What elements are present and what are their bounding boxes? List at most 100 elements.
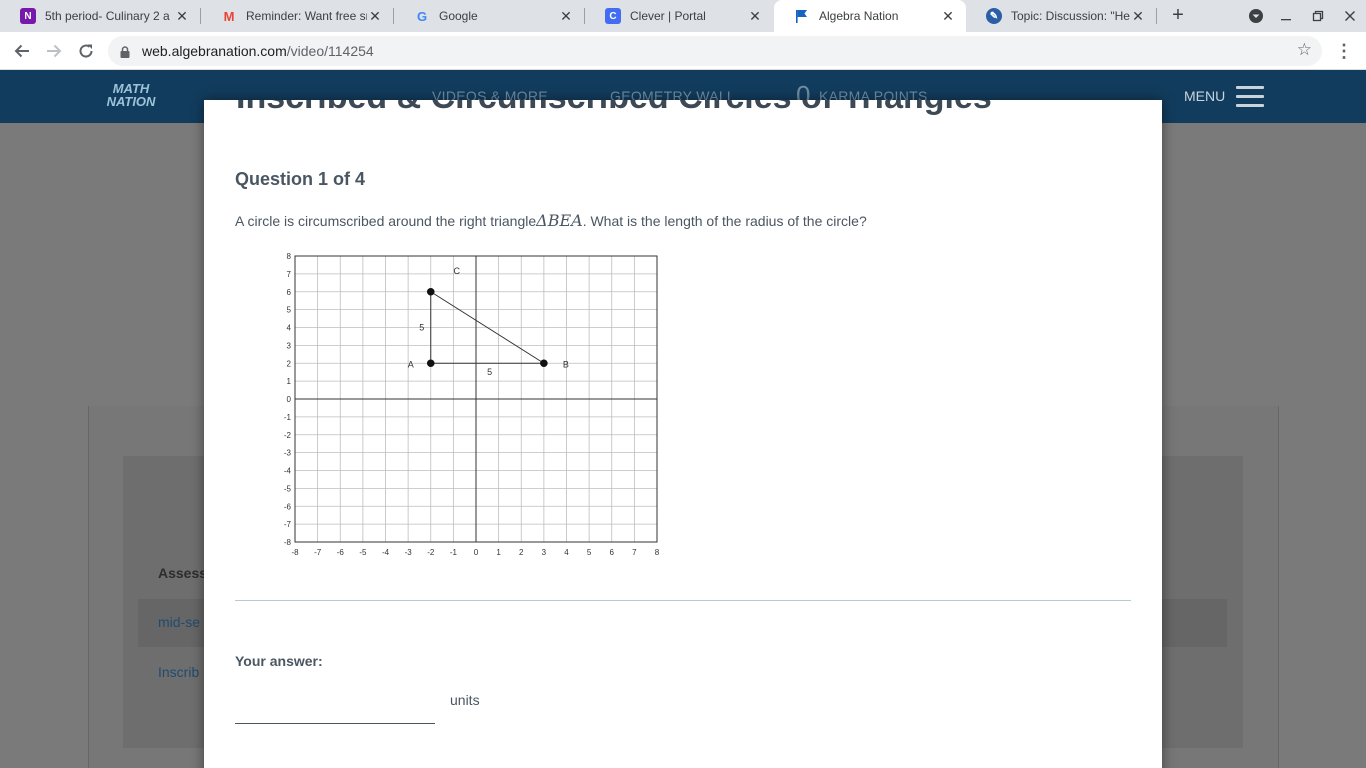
window-close-icon[interactable] [1334, 0, 1366, 32]
browser-tab-strip: N 5th period- Culinary 2 a ✕ M Reminder:… [0, 0, 1366, 32]
close-icon[interactable]: ✕ [1130, 8, 1146, 25]
answer-input[interactable] [235, 684, 435, 724]
background-link: Inscrib [158, 664, 200, 680]
tab-algebra-nation[interactable]: Algebra Nation ✕ [774, 0, 966, 32]
x-tick-label: 0 [474, 548, 479, 557]
y-tick-label: -1 [284, 413, 292, 422]
google-icon: G [416, 8, 428, 24]
tab-title: Reminder: Want free sn [246, 9, 367, 23]
reload-icon[interactable] [72, 37, 100, 65]
tab-separator [1156, 8, 1157, 24]
x-tick-label: 4 [564, 548, 569, 557]
x-tick-label: 3 [542, 548, 547, 557]
y-tick-label: -8 [284, 538, 292, 547]
y-tick-label: 4 [287, 324, 292, 333]
y-tick-label: 2 [287, 359, 292, 368]
y-tick-label: 5 [287, 306, 292, 315]
new-tab-button[interactable]: + [1166, 4, 1190, 28]
coordinate-graph: -8 -7 -6 -5 -4 -3 -2 -1 0 1 2 3 4 5 6 7 8 -8 -7 -6 -5 -4 -3 -2 -… [284, 252, 660, 557]
discussion-icon: ✎ [986, 8, 1002, 24]
x-tick-label: 6 [610, 548, 615, 557]
y-tick-label: 1 [287, 377, 292, 386]
y-tick-label: 0 [287, 395, 292, 404]
point-label-a: A [408, 359, 414, 369]
question-text: A circle is circumscribed around the rig… [235, 211, 867, 230]
y-tick-label: 3 [287, 341, 292, 350]
x-tick-label: -7 [314, 548, 322, 557]
x-tick-label: 1 [496, 548, 501, 557]
tab-search-icon[interactable] [1240, 0, 1272, 32]
x-tick-label: -3 [405, 548, 413, 557]
flag-icon [794, 8, 810, 24]
x-tick-label: 8 [655, 548, 660, 557]
menu-label[interactable]: MENU [1184, 88, 1225, 104]
background-section-label: Assess [158, 565, 208, 581]
y-tick-label: -2 [284, 431, 292, 440]
minimize-icon[interactable] [1270, 0, 1302, 32]
browser-toolbar: web.algebranation.com/video/114254 ☆ [0, 32, 1366, 70]
back-arrow-icon[interactable] [8, 37, 36, 65]
question-suffix: . What is the length of the radius of th… [582, 213, 867, 229]
x-tick-label: 5 [587, 548, 592, 557]
divider [235, 600, 1131, 601]
units-label: units [450, 692, 480, 708]
tab-title: Clever | Portal [630, 9, 706, 23]
screen: N 5th period- Culinary 2 a ✕ M Reminder:… [0, 0, 1366, 768]
tab-title: Algebra Nation [819, 9, 899, 23]
address-bar[interactable]: web.algebranation.com/video/114254 ☆ [108, 36, 1322, 66]
close-icon[interactable]: ✕ [747, 8, 763, 25]
y-tick-label: -7 [284, 520, 292, 529]
url-text: web.algebranation.com/video/114254 [142, 43, 374, 59]
modal-header-title: Inscribed & Circumscribed Circles of Tri… [236, 100, 992, 117]
question-math: ΔBEA [536, 211, 583, 230]
x-tick-label: -5 [359, 548, 367, 557]
forward-arrow-icon[interactable] [40, 37, 68, 65]
point-b [540, 359, 548, 368]
clever-icon: C [605, 8, 621, 24]
tab-gmail[interactable]: M Reminder: Want free sn ✕ [201, 0, 393, 32]
url-path: /video/114254 [286, 43, 374, 59]
y-tick-label: -3 [284, 449, 292, 458]
x-tick-label: -2 [427, 548, 435, 557]
lock-icon[interactable] [120, 45, 130, 63]
close-icon[interactable]: ✕ [558, 8, 574, 25]
point-a [426, 359, 435, 368]
tab-title: Topic: Discussion: "Hell [1011, 9, 1130, 23]
x-tick-label: -1 [450, 548, 458, 557]
tab-title: Google [439, 9, 478, 23]
x-tick-label: 2 [519, 548, 524, 557]
y-tick-label: -4 [284, 467, 292, 476]
close-icon[interactable]: ✕ [940, 8, 956, 25]
tab-discussion[interactable]: ✎ Topic: Discussion: "Hell ✕ [966, 0, 1156, 32]
tab-clever[interactable]: C Clever | Portal ✕ [585, 0, 773, 32]
point-label-b: B [563, 359, 569, 369]
restore-icon[interactable] [1302, 0, 1334, 32]
close-icon[interactable]: ✕ [174, 8, 190, 25]
hamburger-icon[interactable] [1236, 86, 1264, 108]
background-link: mid-se [158, 614, 201, 630]
x-tick-label: -8 [291, 548, 299, 557]
y-tick-label: 7 [287, 270, 292, 279]
browser-menu-icon[interactable]: ⋮ [1334, 37, 1354, 65]
math-nation-logo[interactable]: MATH NATION [103, 82, 159, 122]
side-length-label: 5 [419, 323, 424, 333]
url-domain: web.algebranation.com [142, 43, 287, 59]
gmail-icon: M [223, 8, 235, 24]
tab-google[interactable]: G Google ✕ [394, 0, 584, 32]
answer-label: Your answer: [235, 653, 323, 669]
tab-title: 5th period- Culinary 2 a [45, 9, 170, 23]
question-prefix: A circle is circumscribed around the rig… [235, 213, 537, 229]
question-title: Question 1 of 4 [235, 169, 366, 189]
x-tick-label: -6 [337, 548, 345, 557]
close-icon[interactable]: ✕ [367, 8, 383, 25]
page-content: MATH NATION VIDEOS & MORE GEOMETRY WALL 0… [0, 70, 1366, 768]
y-tick-label: 8 [287, 252, 292, 261]
side-length-label: 5 [487, 367, 492, 377]
tab-culinary[interactable]: N 5th period- Culinary 2 a ✕ [0, 0, 200, 32]
question-modal: Inscribed & Circumscribed Circles of Tri… [204, 100, 1162, 768]
y-tick-label: -6 [284, 502, 292, 511]
point-label-c: C [454, 266, 461, 276]
y-tick-label: -5 [284, 484, 292, 493]
point-c [426, 287, 435, 296]
bookmark-star-icon[interactable]: ☆ [1297, 40, 1312, 60]
